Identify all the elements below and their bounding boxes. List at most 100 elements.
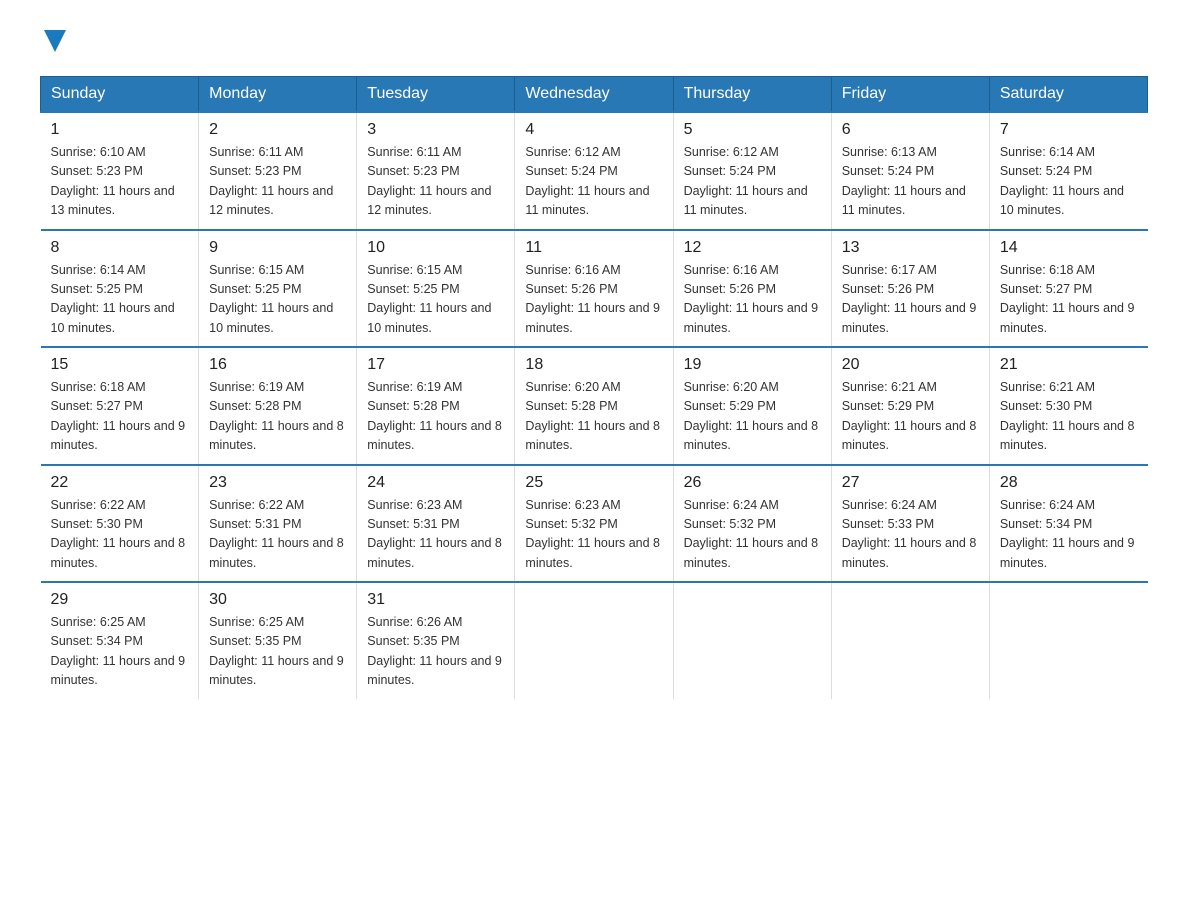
day-number: 6 (842, 121, 979, 139)
calendar-week-row: 8 Sunrise: 6:14 AM Sunset: 5:25 PM Dayli… (41, 230, 1148, 348)
calendar-cell: 7 Sunrise: 6:14 AM Sunset: 5:24 PM Dayli… (989, 112, 1147, 230)
day-info: Sunrise: 6:25 AM Sunset: 5:34 PM Dayligh… (51, 613, 189, 691)
calendar-cell: 4 Sunrise: 6:12 AM Sunset: 5:24 PM Dayli… (515, 112, 673, 230)
day-info: Sunrise: 6:19 AM Sunset: 5:28 PM Dayligh… (209, 378, 346, 456)
calendar-cell: 16 Sunrise: 6:19 AM Sunset: 5:28 PM Dayl… (199, 347, 357, 465)
day-number: 21 (1000, 356, 1138, 374)
calendar-cell: 22 Sunrise: 6:22 AM Sunset: 5:30 PM Dayl… (41, 465, 199, 583)
weekday-header-sunday: Sunday (41, 77, 199, 113)
calendar-cell: 15 Sunrise: 6:18 AM Sunset: 5:27 PM Dayl… (41, 347, 199, 465)
calendar-week-row: 22 Sunrise: 6:22 AM Sunset: 5:30 PM Dayl… (41, 465, 1148, 583)
calendar-week-row: 1 Sunrise: 6:10 AM Sunset: 5:23 PM Dayli… (41, 112, 1148, 230)
calendar-cell: 31 Sunrise: 6:26 AM Sunset: 5:35 PM Dayl… (357, 582, 515, 699)
calendar-cell: 10 Sunrise: 6:15 AM Sunset: 5:25 PM Dayl… (357, 230, 515, 348)
day-number: 8 (51, 239, 189, 257)
day-info: Sunrise: 6:21 AM Sunset: 5:29 PM Dayligh… (842, 378, 979, 456)
weekday-header-saturday: Saturday (989, 77, 1147, 113)
calendar-cell: 1 Sunrise: 6:10 AM Sunset: 5:23 PM Dayli… (41, 112, 199, 230)
day-info: Sunrise: 6:13 AM Sunset: 5:24 PM Dayligh… (842, 143, 979, 221)
calendar-cell (673, 582, 831, 699)
calendar-cell: 3 Sunrise: 6:11 AM Sunset: 5:23 PM Dayli… (357, 112, 515, 230)
weekday-header-monday: Monday (199, 77, 357, 113)
day-number: 14 (1000, 239, 1138, 257)
day-info: Sunrise: 6:20 AM Sunset: 5:28 PM Dayligh… (525, 378, 662, 456)
day-info: Sunrise: 6:17 AM Sunset: 5:26 PM Dayligh… (842, 261, 979, 339)
weekday-header-friday: Friday (831, 77, 989, 113)
calendar-cell: 24 Sunrise: 6:23 AM Sunset: 5:31 PM Dayl… (357, 465, 515, 583)
calendar-cell: 27 Sunrise: 6:24 AM Sunset: 5:33 PM Dayl… (831, 465, 989, 583)
calendar-cell: 14 Sunrise: 6:18 AM Sunset: 5:27 PM Dayl… (989, 230, 1147, 348)
day-info: Sunrise: 6:19 AM Sunset: 5:28 PM Dayligh… (367, 378, 504, 456)
day-number: 31 (367, 591, 504, 609)
day-number: 25 (525, 474, 662, 492)
day-info: Sunrise: 6:21 AM Sunset: 5:30 PM Dayligh… (1000, 378, 1138, 456)
day-info: Sunrise: 6:11 AM Sunset: 5:23 PM Dayligh… (367, 143, 504, 221)
day-info: Sunrise: 6:11 AM Sunset: 5:23 PM Dayligh… (209, 143, 346, 221)
day-number: 28 (1000, 474, 1138, 492)
day-number: 23 (209, 474, 346, 492)
logo (40, 30, 66, 56)
day-number: 19 (684, 356, 821, 374)
day-number: 22 (51, 474, 189, 492)
calendar-cell: 2 Sunrise: 6:11 AM Sunset: 5:23 PM Dayli… (199, 112, 357, 230)
logo-arrow-icon (44, 30, 66, 52)
calendar-cell: 20 Sunrise: 6:21 AM Sunset: 5:29 PM Dayl… (831, 347, 989, 465)
day-number: 3 (367, 121, 504, 139)
calendar-cell: 8 Sunrise: 6:14 AM Sunset: 5:25 PM Dayli… (41, 230, 199, 348)
calendar-cell: 19 Sunrise: 6:20 AM Sunset: 5:29 PM Dayl… (673, 347, 831, 465)
day-number: 15 (51, 356, 189, 374)
day-number: 2 (209, 121, 346, 139)
day-info: Sunrise: 6:25 AM Sunset: 5:35 PM Dayligh… (209, 613, 346, 691)
calendar-cell: 17 Sunrise: 6:19 AM Sunset: 5:28 PM Dayl… (357, 347, 515, 465)
day-info: Sunrise: 6:23 AM Sunset: 5:31 PM Dayligh… (367, 496, 504, 574)
day-info: Sunrise: 6:18 AM Sunset: 5:27 PM Dayligh… (51, 378, 189, 456)
day-info: Sunrise: 6:26 AM Sunset: 5:35 PM Dayligh… (367, 613, 504, 691)
day-info: Sunrise: 6:23 AM Sunset: 5:32 PM Dayligh… (525, 496, 662, 574)
calendar-cell (831, 582, 989, 699)
calendar-cell: 23 Sunrise: 6:22 AM Sunset: 5:31 PM Dayl… (199, 465, 357, 583)
day-number: 7 (1000, 121, 1138, 139)
day-info: Sunrise: 6:10 AM Sunset: 5:23 PM Dayligh… (51, 143, 189, 221)
calendar-table: SundayMondayTuesdayWednesdayThursdayFrid… (40, 76, 1148, 699)
day-info: Sunrise: 6:22 AM Sunset: 5:30 PM Dayligh… (51, 496, 189, 574)
day-number: 12 (684, 239, 821, 257)
calendar-cell: 12 Sunrise: 6:16 AM Sunset: 5:26 PM Dayl… (673, 230, 831, 348)
day-info: Sunrise: 6:12 AM Sunset: 5:24 PM Dayligh… (684, 143, 821, 221)
day-number: 17 (367, 356, 504, 374)
calendar-week-row: 15 Sunrise: 6:18 AM Sunset: 5:27 PM Dayl… (41, 347, 1148, 465)
calendar-cell: 25 Sunrise: 6:23 AM Sunset: 5:32 PM Dayl… (515, 465, 673, 583)
day-info: Sunrise: 6:14 AM Sunset: 5:25 PM Dayligh… (51, 261, 189, 339)
day-number: 18 (525, 356, 662, 374)
calendar-cell (989, 582, 1147, 699)
calendar-cell: 6 Sunrise: 6:13 AM Sunset: 5:24 PM Dayli… (831, 112, 989, 230)
calendar-cell: 11 Sunrise: 6:16 AM Sunset: 5:26 PM Dayl… (515, 230, 673, 348)
day-number: 5 (684, 121, 821, 139)
day-info: Sunrise: 6:14 AM Sunset: 5:24 PM Dayligh… (1000, 143, 1138, 221)
calendar-cell: 26 Sunrise: 6:24 AM Sunset: 5:32 PM Dayl… (673, 465, 831, 583)
day-number: 4 (525, 121, 662, 139)
calendar-cell: 28 Sunrise: 6:24 AM Sunset: 5:34 PM Dayl… (989, 465, 1147, 583)
calendar-cell: 30 Sunrise: 6:25 AM Sunset: 5:35 PM Dayl… (199, 582, 357, 699)
day-number: 24 (367, 474, 504, 492)
day-number: 30 (209, 591, 346, 609)
calendar-cell: 18 Sunrise: 6:20 AM Sunset: 5:28 PM Dayl… (515, 347, 673, 465)
page-header (40, 30, 1148, 56)
day-number: 13 (842, 239, 979, 257)
weekday-header-wednesday: Wednesday (515, 77, 673, 113)
calendar-cell: 13 Sunrise: 6:17 AM Sunset: 5:26 PM Dayl… (831, 230, 989, 348)
day-number: 10 (367, 239, 504, 257)
day-info: Sunrise: 6:15 AM Sunset: 5:25 PM Dayligh… (209, 261, 346, 339)
weekday-header-row: SundayMondayTuesdayWednesdayThursdayFrid… (41, 77, 1148, 113)
day-number: 9 (209, 239, 346, 257)
calendar-cell: 21 Sunrise: 6:21 AM Sunset: 5:30 PM Dayl… (989, 347, 1147, 465)
calendar-cell (515, 582, 673, 699)
weekday-header-tuesday: Tuesday (357, 77, 515, 113)
calendar-week-row: 29 Sunrise: 6:25 AM Sunset: 5:34 PM Dayl… (41, 582, 1148, 699)
day-info: Sunrise: 6:24 AM Sunset: 5:33 PM Dayligh… (842, 496, 979, 574)
day-info: Sunrise: 6:22 AM Sunset: 5:31 PM Dayligh… (209, 496, 346, 574)
day-number: 11 (525, 239, 662, 257)
day-number: 1 (51, 121, 189, 139)
day-number: 16 (209, 356, 346, 374)
weekday-header-thursday: Thursday (673, 77, 831, 113)
day-info: Sunrise: 6:24 AM Sunset: 5:34 PM Dayligh… (1000, 496, 1138, 574)
